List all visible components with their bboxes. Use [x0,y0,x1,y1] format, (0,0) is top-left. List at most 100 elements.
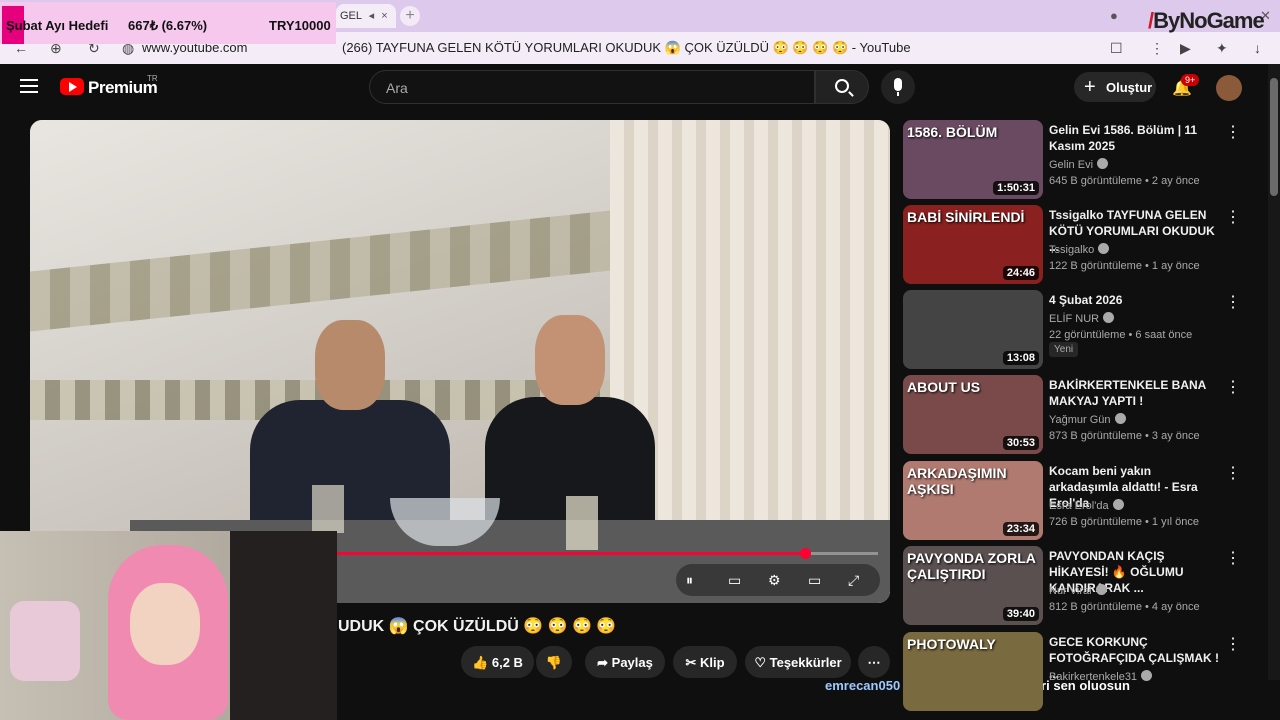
like-button[interactable]: 👍 6,2 B [461,646,534,678]
heart-dollar-icon: ♡ [754,655,766,670]
dislike-button[interactable]: 👎 [536,646,572,678]
recommendation-item[interactable]: BABİ SİNİRLENDİ 24:46 Tssigalko TAYFUNA GE… [903,205,1263,285]
theater-mode-icon[interactable]: ▭ [808,572,821,589]
channel-label: Tssigalko [1049,244,1095,256]
more-options-icon[interactable]: ⋮ [1225,377,1241,397]
download-icon[interactable]: ↓ [1254,40,1261,56]
channel-label: Gelin Evi [1049,159,1094,171]
duration-badge: 1:50:31 [993,181,1039,195]
gaming-chair [230,531,337,720]
video-meta: 726 B görüntüleme • 1 yıl önce [1049,516,1199,528]
video-title: UDUK 😱 ÇOK ÜZÜLDÜ 😳 😳 😳 😳 [338,618,617,635]
recommendation-item[interactable]: PHOTOWALY GECE KORKUNÇ FOTOĞRAFÇIDA ÇALIŞ… [903,632,1263,712]
scrollbar-thumb[interactable] [1270,78,1278,196]
more-options-icon[interactable]: ⋮ [1225,292,1241,312]
video-thumbnail[interactable]: 1586. BÖLÜM 1:50:31 [903,120,1043,199]
thumbs-down-icon: 👎 [545,655,563,670]
channel-name[interactable]: Esra Erol'da [1049,499,1124,512]
recommendation-item[interactable]: 1586. BÖLÜM 1:50:31 Gelin Evi 1586. Bölüm … [903,120,1263,200]
more-options-icon[interactable]: ⋮ [1225,463,1241,483]
bookmark-icon[interactable]: ☐ [1110,40,1123,57]
recommendation-item[interactable]: ABOUT US 30:53 BAKİRKERTENKELE BANA MAKYAJ… [903,375,1263,455]
volume-icon: ◂ [368,10,375,22]
thumbs-up-icon: 👍 [472,655,489,670]
player-icon[interactable]: ▶ [1180,40,1191,57]
youtube-logo-icon[interactable] [60,78,84,95]
channel-name[interactable]: Tssigalko [1049,243,1110,256]
more-actions-button[interactable]: ⋯ [858,646,890,678]
channel-label: Yağmur Gün [1049,414,1111,426]
goal-target: TRY10000 [269,18,331,33]
fullscreen-icon[interactable]: ⤢ [848,572,859,589]
channel-name[interactable]: Bakirkertenkele31 [1049,670,1153,683]
video-thumbnail[interactable]: PAVYONDA ZORLA ÇALIŞTIRDI 39:40 [903,546,1043,625]
menu-dots-icon[interactable]: ⋮ [1150,40,1164,57]
duration-badge: 24:46 [1002,266,1039,280]
create-label: Oluştur [1106,80,1153,95]
share-button[interactable]: ➦ Paylaş [585,646,665,678]
new-tab-button[interactable]: + [400,6,420,26]
donation-goal-overlay: Şubat Ayı Hedefi 667₺ (6.67%) TRY10000 [0,2,336,44]
streamer-webcam [0,531,337,720]
share-label: Paylaş [611,655,653,670]
video-thumbnail[interactable]: PHOTOWALY [903,632,1043,711]
video-thumbnail[interactable]: ARKADAŞIMIN AŞKISI 23:34 [903,461,1043,540]
new-badge: Yeni [1049,342,1079,357]
extensions-icon[interactable]: ✦ [1216,40,1228,57]
video-meta: 873 B görüntüleme • 3 ay önce [1049,430,1200,442]
channel-name[interactable]: Nur Viral [1049,584,1107,597]
thumbnail-text: PAVYONDA ZORLA ÇALIŞTIRDI [907,550,1036,582]
video-thumbnail[interactable]: 13:08 [903,290,1043,369]
recommendation-item[interactable]: ARKADAŞIMIN AŞKISI 23:34 Kocam beni yakın … [903,461,1263,541]
recommendation-title[interactable]: BAKİRKERTENKELE BANA MAKYAJ YAPTI ! [1049,377,1219,409]
subtitles-icon[interactable]: ▭ [728,572,741,589]
duration-badge: 23:34 [1002,522,1039,536]
duration-badge: 30:53 [1002,436,1039,450]
search-input[interactable]: Ara [369,70,815,104]
duration-badge: 13:08 [1002,351,1039,365]
recommendation-item[interactable]: PAVYONDA ZORLA ÇALIŞTIRDI 39:40 PAVYONDAN … [903,546,1263,626]
browser-tab[interactable]: GEL ◂ × [336,4,396,28]
avatar[interactable] [1216,75,1242,101]
pause-icon[interactable]: ⏸ [686,572,693,589]
more-options-icon[interactable]: ⋮ [1225,634,1241,654]
menu-icon[interactable] [20,79,38,93]
settings-gear-icon[interactable]: ⚙ [768,572,781,589]
goal-label: Şubat Ayı Hedefi [6,18,109,33]
channel-label: Bakirkertenkele31 [1049,671,1138,683]
progress-scrubber[interactable] [799,548,811,559]
search-button[interactable] [815,70,869,104]
channel-name[interactable]: ELİF NUR [1049,312,1115,325]
bynogame-logo: /ByNoGame [1148,8,1265,33]
video-meta: 22 görüntüleme • 6 saat önce [1049,329,1193,341]
recommendation-title[interactable]: 4 Şubat 2026 [1049,292,1219,308]
channel-name[interactable]: Gelin Evi [1049,158,1109,171]
streamer-face [130,583,200,665]
thumbnail-text: ABOUT US [907,379,981,395]
tab-close-icon[interactable]: × [381,10,387,22]
recommendation-item[interactable]: 13:08 4 Şubat 2026 ELİF NUR 22 görüntüleme … [903,290,1263,370]
search-icon [835,79,849,93]
progress-fill [336,552,805,555]
brand-text: ByNoGame [1153,8,1265,33]
duration-badge: 39:40 [1002,607,1039,621]
plus-icon: + [1084,76,1096,98]
voice-search-button[interactable] [881,70,915,104]
clip-label: Klip [699,655,725,670]
video-thumbnail[interactable]: BABİ SİNİRLENDİ 24:46 [903,205,1043,284]
more-options-icon[interactable]: ⋮ [1225,122,1241,142]
channel-name[interactable]: Yağmur Gün [1049,413,1126,426]
more-options-icon[interactable]: ⋮ [1225,548,1241,568]
profile-icon[interactable]: ● [1110,8,1118,23]
video-thumbnail[interactable]: ABOUT US 30:53 [903,375,1043,454]
recommendation-title[interactable]: Gelin Evi 1586. Bölüm | 11 Kasım 2025 [1049,122,1219,154]
clip-button[interactable]: ✂ Klip [673,646,737,678]
video-frame-glass [312,485,344,533]
thanks-button[interactable]: ♡ Teşekkürler [745,646,851,678]
create-button[interactable]: + Oluştur [1074,72,1156,102]
youtube-header: Premium TR Ara + Oluştur 🔔 9+ [0,64,1280,112]
share-icon: ➦ [597,655,609,670]
verified-icon [1103,312,1115,323]
verified-icon [1112,499,1124,510]
more-options-icon[interactable]: ⋮ [1225,207,1241,227]
